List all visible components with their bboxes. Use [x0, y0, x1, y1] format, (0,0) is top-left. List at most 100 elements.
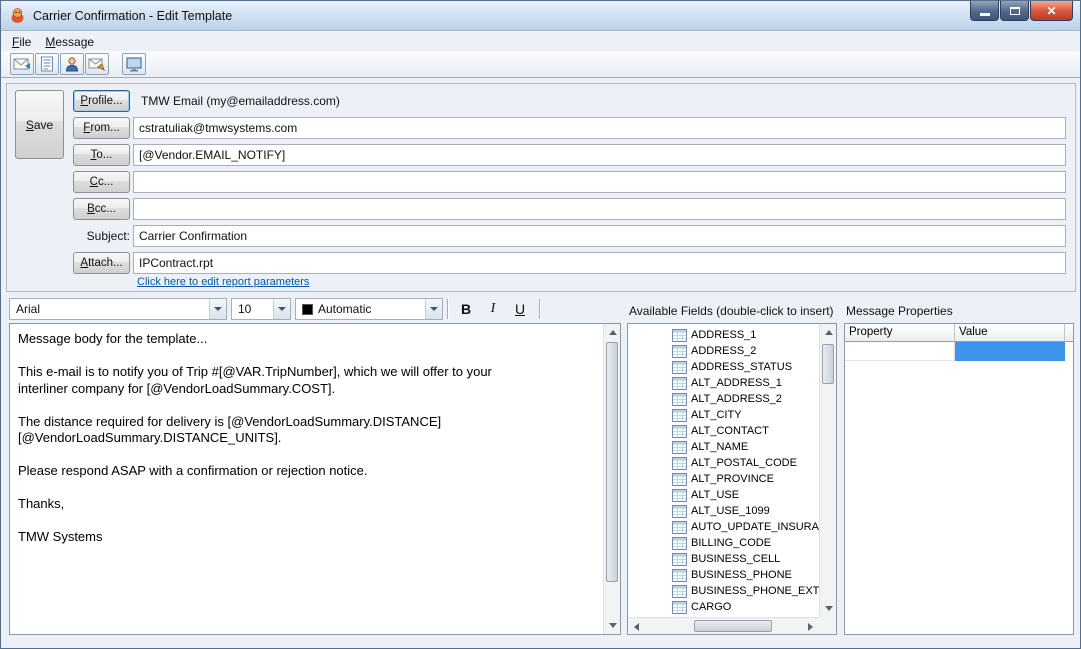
property-row[interactable] — [845, 342, 1073, 361]
new-message-button[interactable] — [10, 53, 34, 75]
maximize-button[interactable] — [1000, 1, 1029, 21]
value-cell-selected[interactable] — [955, 342, 1065, 361]
new-message-icon — [13, 57, 31, 71]
menu-message[interactable]: Message — [39, 33, 102, 51]
attach-input[interactable] — [133, 252, 1066, 274]
field-list-item[interactable]: ADDRESS_STATUS — [628, 359, 819, 375]
send-mail-button[interactable] — [85, 53, 109, 75]
field-list-item[interactable]: BUSINESS_PHONE_EXT — [628, 583, 819, 599]
table-field-icon — [672, 569, 687, 582]
field-list-item[interactable]: ALT_USE — [628, 487, 819, 503]
field-list-item[interactable]: BUSINESS_CELL — [628, 551, 819, 567]
properties-header-row: Property Value — [845, 324, 1073, 342]
font-size-select[interactable]: 10 — [231, 298, 291, 320]
scroll-right-icon[interactable] — [802, 618, 819, 635]
contacts-icon — [65, 56, 79, 72]
chevron-down-icon[interactable] — [273, 299, 290, 319]
field-list-item[interactable]: ADDRESS_2 — [628, 343, 819, 359]
bold-button[interactable]: B — [453, 298, 479, 320]
contacts-button[interactable] — [60, 53, 84, 75]
field-label: ADDRESS_2 — [691, 345, 756, 357]
toolbar-separator — [539, 299, 540, 319]
field-list-item[interactable]: ALT_CONTACT — [628, 423, 819, 439]
table-field-icon — [672, 457, 687, 470]
save-button[interactable]: Save — [15, 90, 64, 159]
color-swatch-icon — [302, 304, 313, 315]
send-mail-icon — [88, 57, 106, 71]
field-label: BUSINESS_PHONE_EXT — [691, 585, 819, 597]
field-label: ALT_PROVINCE — [691, 473, 774, 485]
preview-button[interactable] — [122, 53, 146, 75]
profile-button[interactable]: Profile... — [73, 90, 130, 112]
close-icon: ✕ — [1046, 4, 1056, 18]
scroll-down-icon[interactable] — [820, 600, 837, 617]
scrollbar-thumb[interactable] — [694, 620, 772, 632]
field-list-item[interactable]: ALT_PROVINCE — [628, 471, 819, 487]
scrollbar-thumb[interactable] — [606, 342, 618, 582]
from-button[interactable]: From... — [73, 117, 130, 139]
field-list-item[interactable]: ALT_POSTAL_CODE — [628, 455, 819, 471]
field-label: ALT_ADDRESS_1 — [691, 377, 782, 389]
message-body-editor[interactable]: Message body for the template... This e-… — [9, 323, 621, 635]
subject-input[interactable] — [133, 225, 1066, 247]
minimize-button[interactable] — [970, 1, 999, 21]
menu-file[interactable]: File — [6, 33, 39, 51]
toolbar — [1, 51, 1080, 78]
available-fields-panel: ADDRESS_1 ADDRESS_2 — [627, 323, 837, 635]
field-list-item[interactable]: ALT_ADDRESS_2 — [628, 391, 819, 407]
field-list-item[interactable]: CARGO — [628, 599, 819, 615]
fields-vertical-scrollbar[interactable] — [819, 324, 836, 617]
italic-button[interactable]: I — [480, 298, 506, 320]
field-list-item[interactable]: BILLING_CODE — [628, 535, 819, 551]
chevron-down-icon[interactable] — [209, 299, 226, 319]
field-label: ALT_ADDRESS_2 — [691, 393, 782, 405]
chevron-down-icon[interactable] — [425, 299, 442, 319]
title-bar: Carrier Confirmation - Edit Template ✕ — [1, 1, 1080, 31]
field-list-item[interactable]: AUTO_UPDATE_INSURANC — [628, 519, 819, 535]
attach-button[interactable]: Attach... — [73, 252, 130, 274]
message-header-panel: Save Profile... TMW Email (my@emailaddre… — [6, 83, 1076, 292]
property-cell[interactable] — [845, 342, 955, 361]
edit-report-parameters-link[interactable]: Click here to edit report parameters — [137, 276, 309, 288]
fields-horizontal-scrollbar[interactable] — [628, 617, 819, 634]
subject-label: Subject: — [65, 229, 130, 243]
field-list-item[interactable]: BUSINESS_PHONE — [628, 567, 819, 583]
field-list-item[interactable]: ALT_CITY — [628, 407, 819, 423]
message-properties-title: Message Properties — [846, 304, 953, 318]
scrollbar-thumb[interactable] — [822, 344, 834, 384]
field-list-item[interactable]: ALT_USE_1099 — [628, 503, 819, 519]
table-field-icon — [672, 489, 687, 502]
to-input[interactable] — [133, 144, 1066, 166]
cc-button[interactable]: Cc... — [73, 171, 130, 193]
close-button[interactable]: ✕ — [1030, 1, 1073, 21]
scroll-up-icon[interactable] — [604, 324, 621, 341]
underline-button[interactable]: U — [507, 298, 533, 320]
field-label: BUSINESS_CELL — [691, 553, 780, 565]
field-list-item[interactable]: ALT_NAME — [628, 439, 819, 455]
from-input[interactable] — [133, 117, 1066, 139]
field-label: ALT_POSTAL_CODE — [691, 457, 797, 469]
property-column-header[interactable]: Property — [845, 324, 955, 342]
bcc-button[interactable]: Bcc... — [73, 198, 130, 220]
scroll-left-icon[interactable] — [628, 618, 645, 635]
scroll-up-icon[interactable] — [820, 324, 837, 341]
table-field-icon — [672, 441, 687, 454]
table-field-icon — [672, 585, 687, 598]
editor-vertical-scrollbar[interactable] — [603, 324, 620, 634]
to-button[interactable]: To... — [73, 144, 130, 166]
field-label: BUSINESS_PHONE — [691, 569, 792, 581]
field-list-item[interactable]: ADDRESS_1 — [628, 327, 819, 343]
table-field-icon — [672, 537, 687, 550]
font-size-value: 10 — [238, 302, 251, 316]
table-field-icon — [672, 345, 687, 358]
field-list-item[interactable]: ALT_ADDRESS_1 — [628, 375, 819, 391]
cc-input[interactable] — [133, 171, 1066, 193]
bcc-input[interactable] — [133, 198, 1066, 220]
font-color-select[interactable]: Automatic — [295, 298, 443, 320]
font-family-select[interactable]: Arial — [9, 298, 227, 320]
insert-field-button[interactable] — [35, 53, 59, 75]
scroll-down-icon[interactable] — [604, 617, 621, 634]
field-label: AUTO_UPDATE_INSURANC — [691, 521, 819, 533]
message-body-text[interactable]: Message body for the template... This e-… — [10, 324, 603, 634]
value-column-header[interactable]: Value — [955, 324, 1065, 342]
